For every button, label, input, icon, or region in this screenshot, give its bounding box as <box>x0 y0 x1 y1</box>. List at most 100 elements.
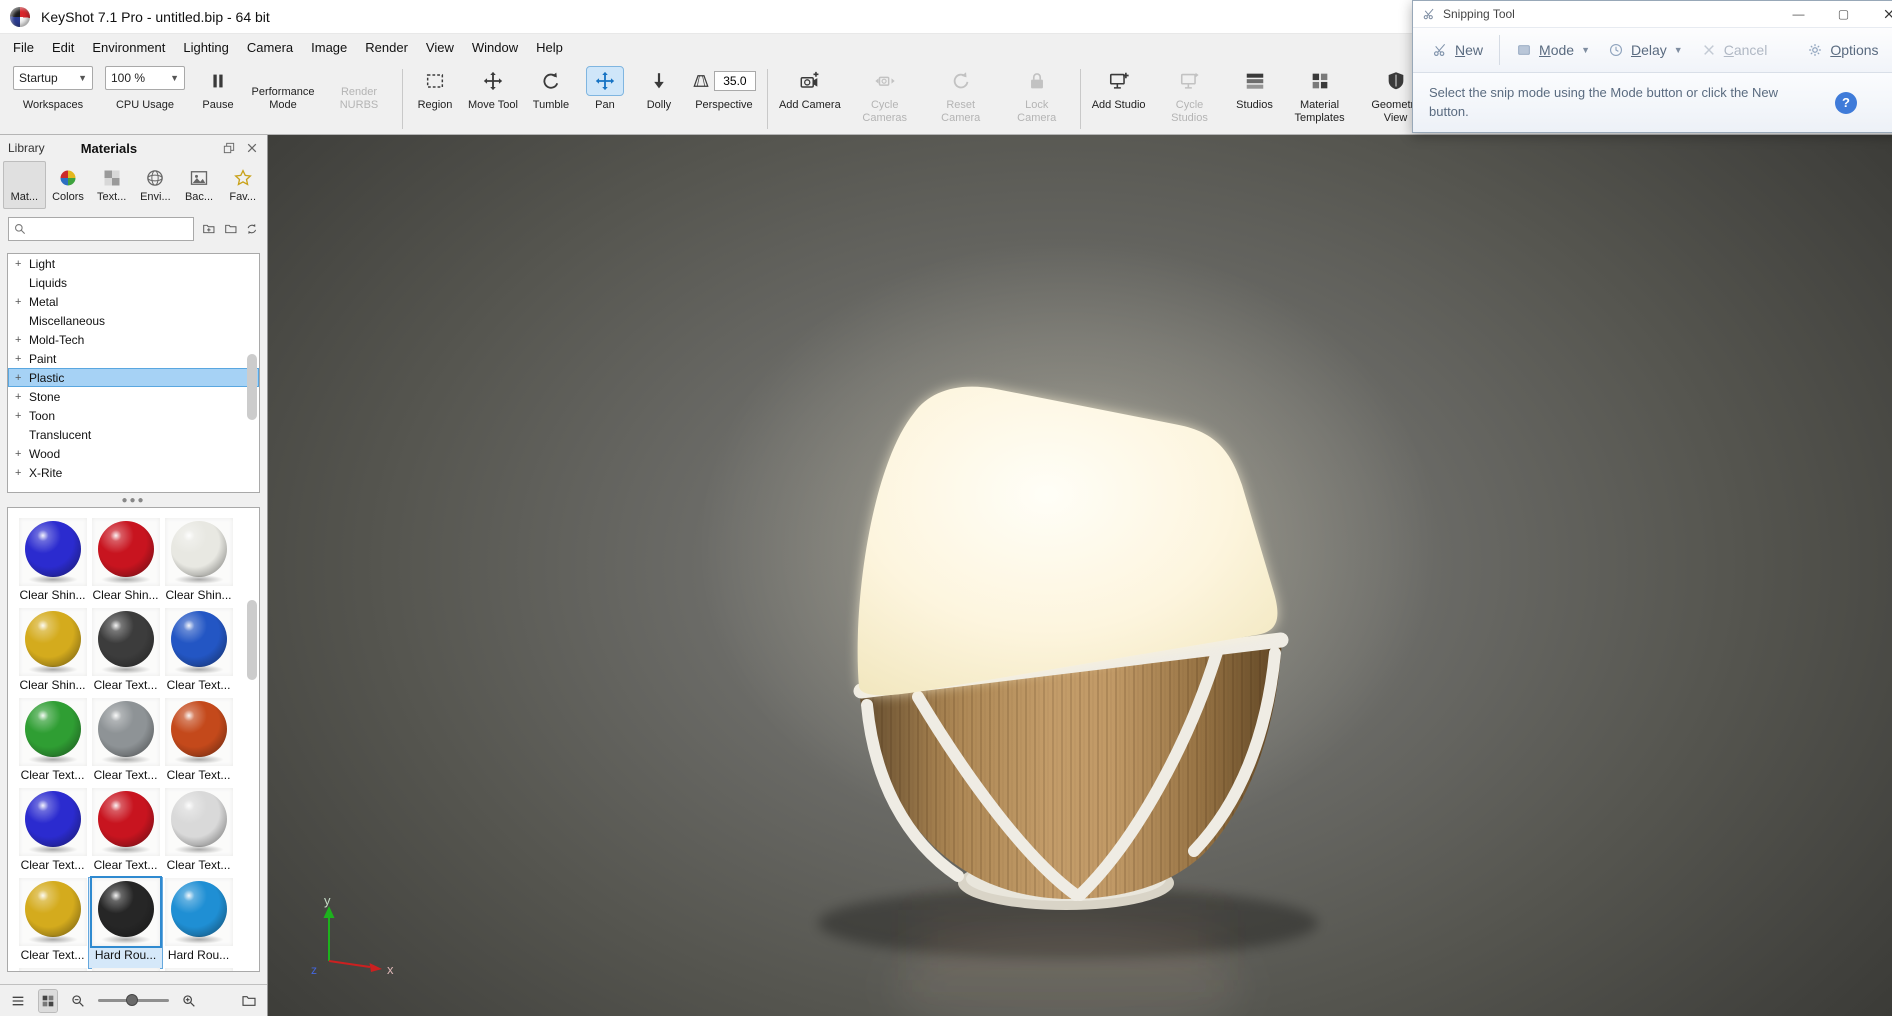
material-item[interactable]: Clear Text... <box>89 788 162 878</box>
close-button[interactable] <box>1866 1 1892 27</box>
sphere-icon <box>211 993 227 1009</box>
list-view-button[interactable] <box>9 990 28 1012</box>
material-item[interactable]: Clear Text... <box>16 788 89 878</box>
menu-lighting[interactable]: Lighting <box>174 36 238 59</box>
material-item[interactable]: Clear Text... <box>89 698 162 788</box>
pause-icon <box>207 70 229 92</box>
material-item[interactable]: Clear Text... <box>162 698 235 788</box>
refresh-icon[interactable] <box>245 220 259 238</box>
add-camera-button[interactable]: Add Camera <box>774 66 846 132</box>
realtime-3d-viewport[interactable]: y x z <box>268 135 1892 1016</box>
thumbnail-size-slider[interactable] <box>98 999 169 1002</box>
pan-button[interactable]: Pan <box>579 66 631 132</box>
menu-image[interactable]: Image <box>302 36 356 59</box>
material-item[interactable]: Clear Text... <box>16 878 89 968</box>
tab-colors[interactable]: Colors <box>47 161 90 209</box>
workspaces-label: Workspaces <box>23 99 83 111</box>
material-item[interactable]: Clear Text... <box>162 608 235 698</box>
tree-item-light[interactable]: +Light <box>8 254 259 273</box>
grid-view-button[interactable] <box>39 990 58 1012</box>
workspaces-control: Startup ▼ Workspaces <box>8 66 98 132</box>
menu-environment[interactable]: Environment <box>83 36 174 59</box>
menu-help[interactable]: Help <box>527 36 572 59</box>
tumble-button[interactable]: Tumble <box>525 66 577 132</box>
search-input[interactable] <box>30 221 189 237</box>
tab-textures[interactable]: Text... <box>90 161 133 209</box>
material-templates-button[interactable]: Material Templates <box>1283 66 1357 132</box>
workspaces-dropdown[interactable]: Startup ▼ <box>13 66 93 90</box>
material-item[interactable]: Clear Text... <box>89 608 162 698</box>
material-item[interactable]: Clear Shin... <box>16 518 89 608</box>
library-bottom-toolbar <box>0 984 267 1016</box>
tree-item-toon[interactable]: +Toon <box>8 406 259 425</box>
material-item[interactable] <box>16 968 89 972</box>
maximize-button[interactable]: ▢ <box>1821 1 1866 27</box>
material-item[interactable]: Clear Shin... <box>89 518 162 608</box>
tree-item-miscellaneous[interactable]: Miscellaneous <box>8 311 259 330</box>
material-item-selected[interactable]: Hard Rou... <box>89 878 162 968</box>
help-icon[interactable]: ? <box>1835 92 1857 114</box>
region-button[interactable]: Region <box>409 66 461 132</box>
rendered-lamp-scene: y x z <box>268 135 1892 1016</box>
tree-item-metal[interactable]: +Metal <box>8 292 259 311</box>
material-item[interactable]: Hard Rou... <box>162 878 235 968</box>
tree-item-wood[interactable]: +Wood <box>8 444 259 463</box>
materials-scrollbar[interactable] <box>247 600 257 680</box>
open-folder-button[interactable] <box>239 990 258 1012</box>
undock-panel-icon[interactable] <box>222 141 236 155</box>
dolly-button[interactable]: Dolly <box>633 66 685 132</box>
material-item[interactable] <box>89 968 162 972</box>
material-item[interactable] <box>162 968 235 972</box>
mode-button[interactable]: Mode ▼ <box>1507 35 1599 65</box>
tab-environments[interactable]: Envi... <box>134 161 177 209</box>
add-studio-button[interactable]: Add Studio <box>1087 66 1151 132</box>
tree-item-translucent[interactable]: Translucent <box>8 425 259 444</box>
studios-button[interactable]: Studios <box>1229 66 1281 132</box>
tree-item-mold-tech[interactable]: +Mold-Tech <box>8 330 259 349</box>
slider-knob[interactable] <box>126 994 138 1006</box>
close-panel-icon[interactable] <box>245 141 259 155</box>
folder-icon[interactable] <box>224 220 238 238</box>
tab-materials[interactable]: Mat... <box>3 161 46 209</box>
material-item[interactable]: Clear Shin... <box>162 518 235 608</box>
render-ball-button[interactable] <box>210 990 229 1012</box>
menu-render[interactable]: Render <box>356 36 417 59</box>
material-item[interactable]: Clear Shin... <box>16 608 89 698</box>
material-item[interactable]: Clear Text... <box>162 788 235 878</box>
panel-splitter[interactable]: ●●● <box>0 493 267 507</box>
material-item[interactable]: Clear Text... <box>16 698 89 788</box>
delay-button[interactable]: Delay ▼ <box>1599 35 1692 65</box>
options-button[interactable]: Options <box>1798 35 1887 65</box>
menu-camera[interactable]: Camera <box>238 36 302 59</box>
tree-item-liquids[interactable]: Liquids <box>8 273 259 292</box>
tree-scrollbar[interactable] <box>247 354 257 420</box>
new-snip-button[interactable]: New <box>1423 35 1492 65</box>
tree-item-stone[interactable]: +Stone <box>8 387 259 406</box>
tree-item-plastic[interactable]: +Plastic <box>8 368 259 387</box>
tree-item-paint[interactable]: +Paint <box>8 349 259 368</box>
tab-backplates[interactable]: Bac... <box>178 161 221 209</box>
cpu-usage-dropdown[interactable]: 100 % ▼ <box>105 66 185 90</box>
performance-mode-button[interactable]: Performance Mode <box>246 66 320 132</box>
perspective-input[interactable] <box>714 71 756 91</box>
folder-icon <box>241 993 257 1009</box>
star-icon <box>233 168 253 188</box>
tab-favorites[interactable]: Fav... <box>221 161 264 209</box>
material-sphere-thumb <box>98 881 154 937</box>
search-box[interactable] <box>8 217 194 241</box>
menu-view[interactable]: View <box>417 36 463 59</box>
zoom-out-button[interactable] <box>68 990 87 1012</box>
material-sphere-thumb <box>98 611 154 667</box>
minimize-button[interactable]: — <box>1776 1 1821 27</box>
tree-item-x-rite[interactable]: +X-Rite <box>8 463 259 482</box>
toolbar-separator <box>1080 69 1081 129</box>
menu-edit[interactable]: Edit <box>43 36 83 59</box>
cancel-button: Cancel <box>1692 35 1777 65</box>
menu-window[interactable]: Window <box>463 36 527 59</box>
dolly-icon <box>648 70 670 92</box>
add-folder-icon[interactable] <box>202 220 216 238</box>
zoom-in-button[interactable] <box>180 990 199 1012</box>
move-tool-button[interactable]: Move Tool <box>463 66 523 132</box>
menu-file[interactable]: File <box>4 36 43 59</box>
pause-button[interactable]: Pause <box>192 66 244 132</box>
